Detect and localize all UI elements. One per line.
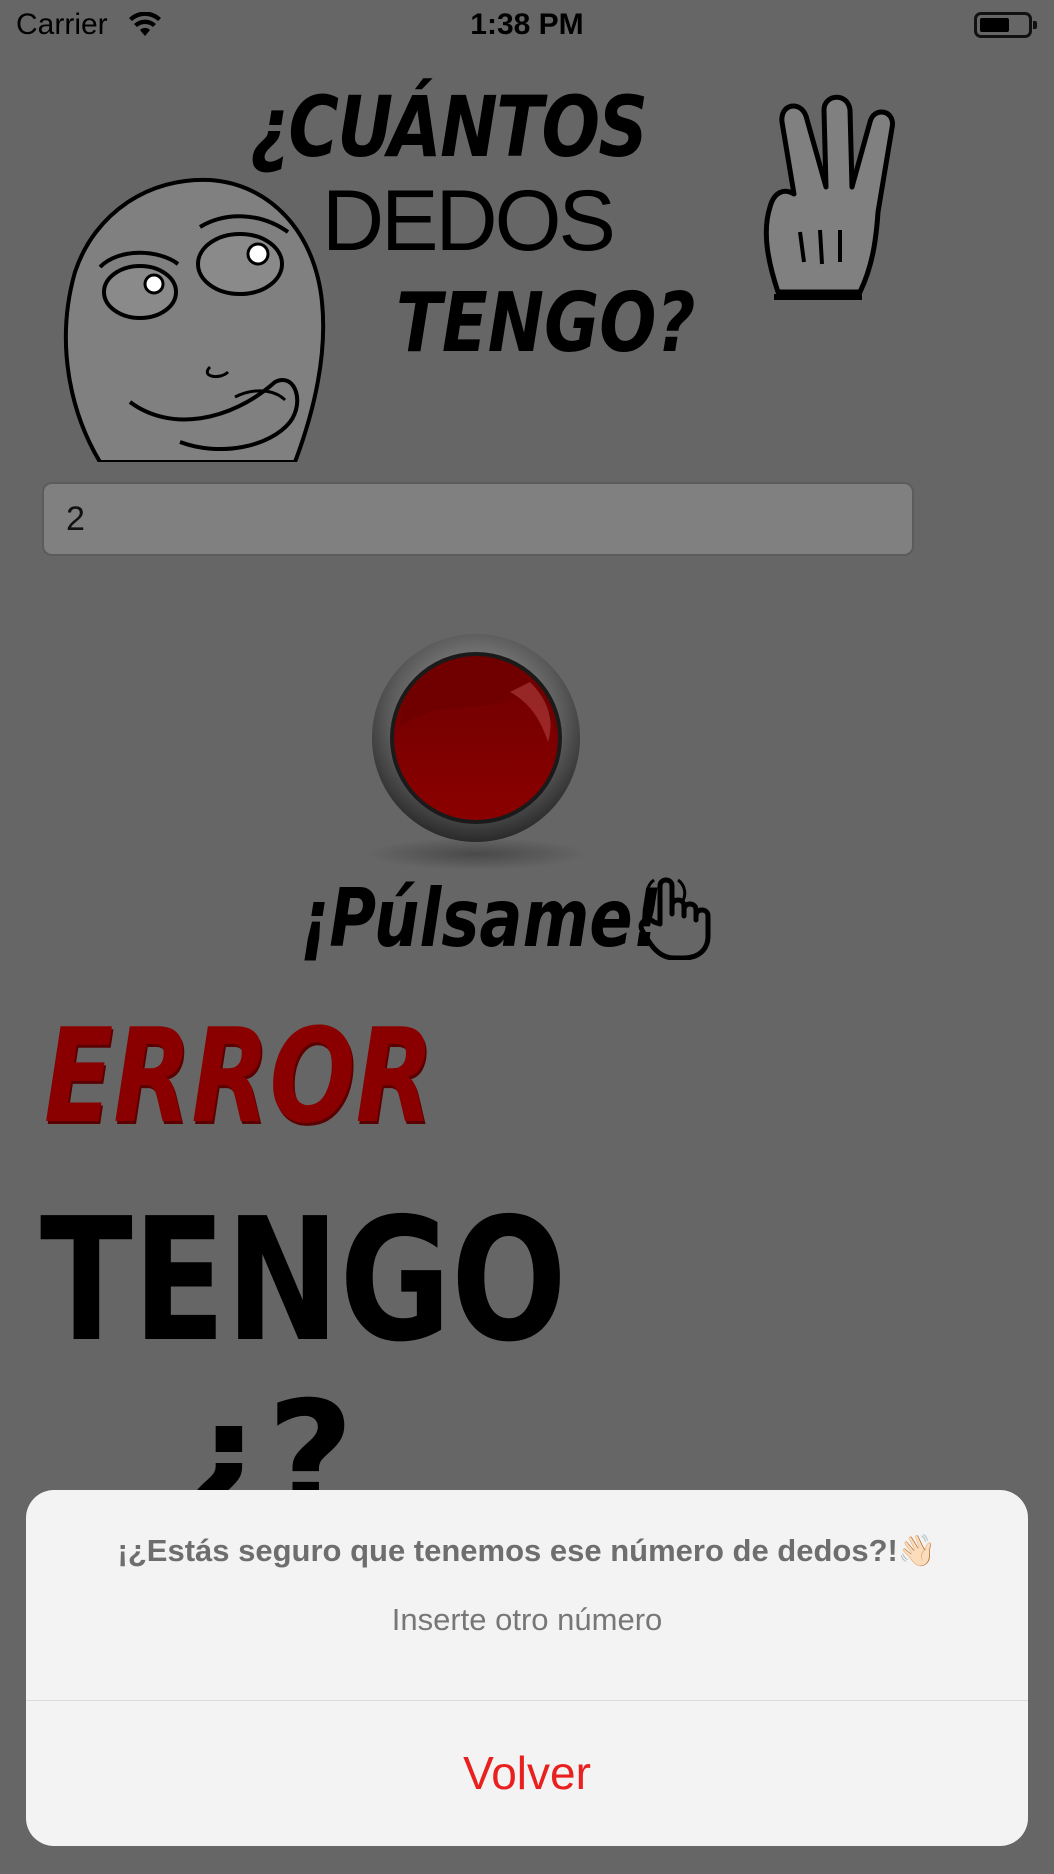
error-status: ERROR: [44, 1000, 434, 1152]
clock: 1:38 PM: [470, 8, 584, 41]
press-button[interactable]: [370, 632, 582, 844]
result-line-1: TENGO: [40, 1182, 567, 1380]
title-line-1: ¿CUÁNTOS: [250, 78, 648, 176]
title-line-3: TENGO?: [396, 276, 696, 371]
three-fingers-hand-icon: [763, 94, 895, 300]
number-input[interactable]: 2: [42, 482, 914, 556]
alert-message: Inserte otro número: [391, 1602, 663, 1637]
alert-dialog: ¡¿Estás seguro que tenemos ese número de…: [26, 1490, 1028, 1846]
volver-button[interactable]: Volver: [26, 1701, 1028, 1846]
title-line-2: DEDOS: [322, 173, 616, 269]
alert-title: ¡¿Estás seguro que tenemos ese número de…: [117, 1533, 937, 1568]
press-button-label[interactable]: ¡Púlsame!: [300, 872, 662, 965]
status-bar: Carrier 1:38 PM: [0, 0, 1054, 54]
pointing-hand-icon: [638, 877, 711, 960]
battery-icon: [974, 12, 1037, 38]
thinking-face-icon: [63, 177, 326, 462]
